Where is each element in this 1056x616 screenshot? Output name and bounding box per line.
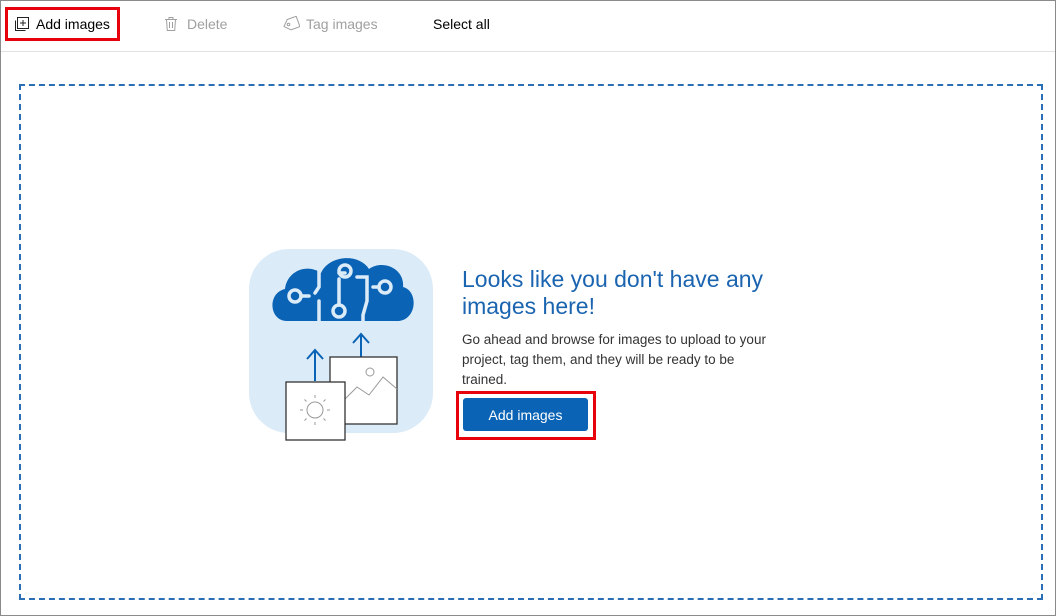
select-all-label: Select all	[433, 15, 490, 32]
toolbar: Add images Delete Tag images Select all	[1, 1, 1055, 52]
add-image-icon	[14, 16, 30, 32]
empty-state-description: Go ahead and browse for images to upload…	[462, 332, 766, 387]
empty-state-title: Looks like you don't have any images her…	[462, 266, 764, 319]
select-all-button[interactable]: Select all	[433, 1, 490, 46]
add-images-toolbar-button[interactable]: Add images	[14, 1, 110, 46]
add-images-button[interactable]: Add images	[463, 398, 588, 431]
cloud-upload-images-illustration	[249, 249, 433, 445]
tag-images-button[interactable]: Tag images	[282, 1, 378, 46]
trash-icon	[164, 16, 178, 32]
tag-icon	[282, 15, 300, 32]
delete-label: Delete	[187, 15, 228, 32]
app-frame: Add images Delete Tag images Select all …	[0, 0, 1056, 616]
tag-images-label: Tag images	[306, 15, 378, 32]
delete-button[interactable]: Delete	[164, 1, 227, 46]
add-images-toolbar-label: Add images	[36, 15, 110, 32]
